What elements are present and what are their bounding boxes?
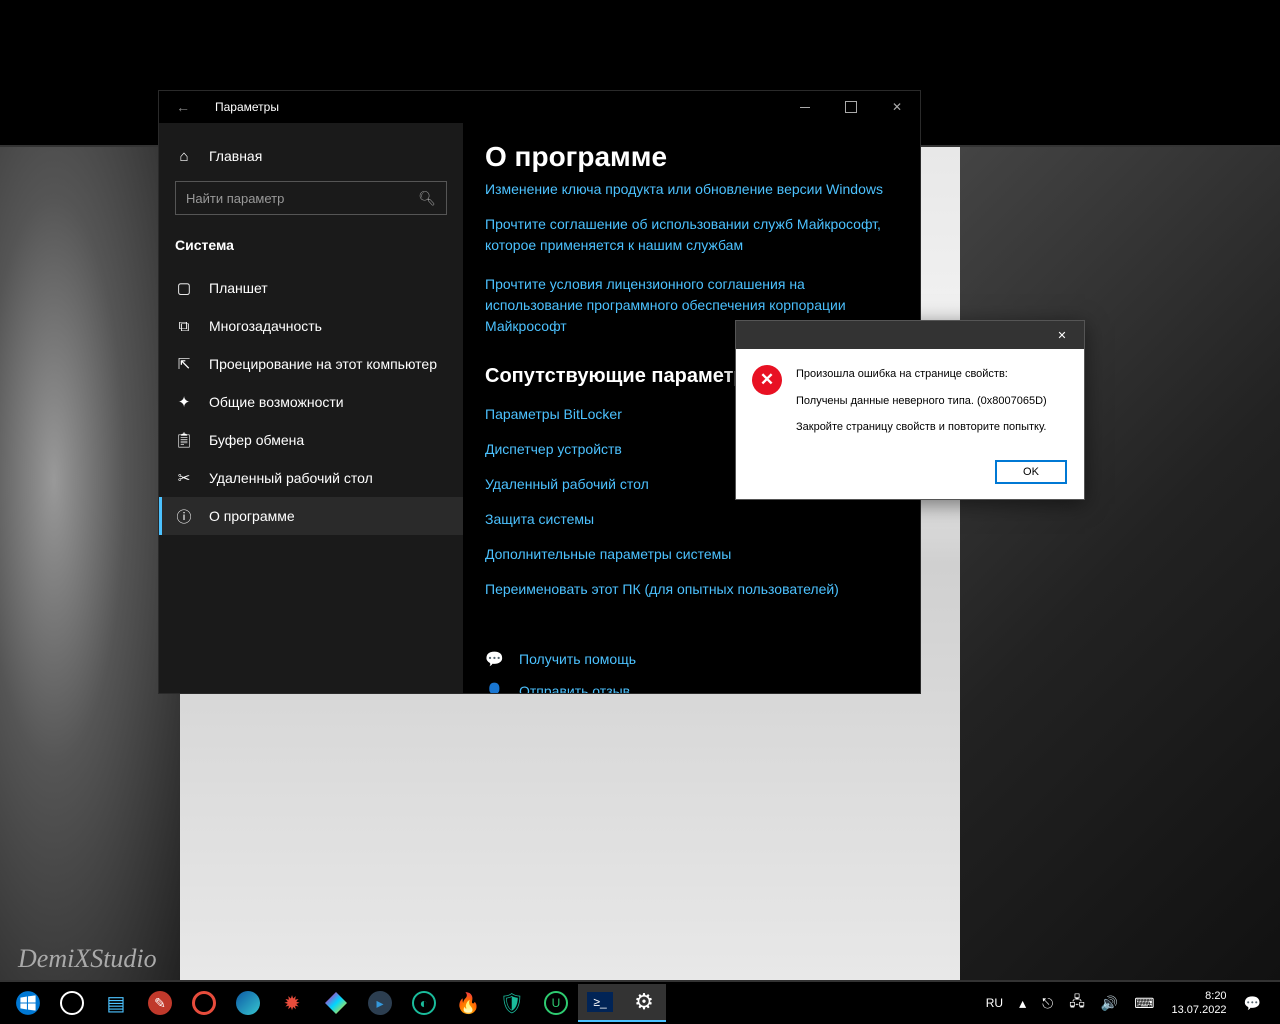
tray-location-icon[interactable]: ⎋: [1037, 995, 1058, 1012]
link-services-agreement[interactable]: Прочтите соглашение об использовании слу…: [485, 214, 898, 256]
dialog-close-button[interactable]: ✕: [1048, 324, 1076, 346]
shared-icon: ✦: [175, 393, 193, 411]
sidebar-item-remote[interactable]: ✂ Удаленный рабочий стол: [159, 459, 463, 497]
multitasking-icon: ⧉: [175, 317, 193, 335]
watermark: DemiXStudio: [18, 944, 157, 974]
start-button[interactable]: [6, 984, 50, 1022]
task-view-button[interactable]: ▤: [94, 984, 138, 1022]
sidebar-item-label: Многозадачность: [209, 318, 322, 334]
back-button[interactable]: ←: [173, 97, 193, 117]
tablet-icon: ▢: [175, 279, 193, 297]
taskbar-app-4[interactable]: [314, 984, 358, 1022]
window-title: Параметры: [215, 100, 782, 114]
search-icon: 🔍︎: [418, 190, 436, 207]
taskbar-app-edge[interactable]: [226, 984, 270, 1022]
feedback-label: Отправить отзыв: [519, 683, 630, 693]
sidebar-item-about[interactable]: ⓘ О программе: [159, 497, 463, 535]
sidebar-home-label: Главная: [209, 148, 262, 164]
window-controls: [782, 91, 920, 123]
taskbar-app-2[interactable]: [182, 984, 226, 1022]
dialog-message: Произошла ошибка на странице свойств: По…: [796, 365, 1047, 445]
feedback-icon: 👤: [485, 682, 503, 693]
page-heading: О программе: [485, 141, 898, 173]
taskbar-app-powershell[interactable]: ≥_: [578, 984, 622, 1022]
tray-keyboard-icon[interactable]: ⌨: [1129, 995, 1159, 1012]
taskbar-app-9[interactable]: U: [534, 984, 578, 1022]
tray-network-icon[interactable]: 🖧: [1064, 991, 1090, 1015]
send-feedback[interactable]: 👤 Отправить отзыв: [485, 682, 898, 693]
link-system-protection[interactable]: Защита системы: [485, 509, 898, 530]
help-icon: 💬: [485, 650, 503, 668]
taskbar: ▤ ✎ ✹ ▸ ◐ 🔥 🛡 U ≥_ ⚙ RU ▴ ⎋ 🖧 🔊 ⌨ 8:20 1…: [0, 982, 1280, 1024]
taskbar-app-settings[interactable]: ⚙: [622, 984, 666, 1022]
titlebar[interactable]: ← Параметры: [159, 91, 920, 123]
tray-clock[interactable]: 8:20 13.07.2022: [1166, 989, 1233, 1018]
sidebar-item-label: Планшет: [209, 280, 268, 296]
close-button[interactable]: [874, 91, 920, 123]
tray-volume-icon[interactable]: 🔊: [1096, 995, 1123, 1012]
taskbar-app-1[interactable]: ✎: [138, 984, 182, 1022]
maximize-button[interactable]: [828, 91, 874, 123]
cortana-button[interactable]: [50, 984, 94, 1022]
dialog-titlebar[interactable]: ✕: [736, 321, 1084, 349]
tray-language[interactable]: RU: [981, 996, 1008, 1010]
sidebar-item-label: О программе: [209, 508, 295, 524]
search-input[interactable]: Найти параметр 🔍︎: [175, 181, 447, 215]
taskbar-app-6[interactable]: ◐: [402, 984, 446, 1022]
sidebar-item-projecting[interactable]: ⇱ Проецирование на этот компьютер: [159, 345, 463, 383]
sidebar-section: Система: [159, 229, 463, 269]
taskbar-app-7[interactable]: 🔥: [446, 984, 490, 1022]
home-icon: ⌂: [175, 147, 193, 165]
sidebar-item-label: Общие возможности: [209, 394, 344, 410]
clipboard-icon: 📋︎: [175, 431, 193, 449]
sidebar: ⌂ Главная Найти параметр 🔍︎ Система ▢ Пл…: [159, 123, 463, 693]
taskbar-app-8[interactable]: 🛡: [490, 984, 534, 1022]
help-label: Получить помощь: [519, 651, 636, 667]
info-icon: ⓘ: [175, 507, 193, 525]
get-help[interactable]: 💬 Получить помощь: [485, 650, 898, 668]
minimize-button[interactable]: [782, 91, 828, 123]
sidebar-item-shared[interactable]: ✦ Общие возможности: [159, 383, 463, 421]
sidebar-item-label: Проецирование на этот компьютер: [209, 356, 437, 372]
projecting-icon: ⇱: [175, 355, 193, 373]
link-rename-pc[interactable]: Переименовать этот ПК (для опытных польз…: [485, 579, 898, 600]
system-tray: RU ▴ ⎋ 🖧 🔊 ⌨ 8:20 13.07.2022 💬: [981, 989, 1274, 1018]
remote-icon: ✂: [175, 469, 193, 487]
sidebar-item-label: Буфер обмена: [209, 432, 304, 448]
taskbar-app-5[interactable]: ▸: [358, 984, 402, 1022]
link-advanced-system[interactable]: Дополнительные параметры системы: [485, 544, 898, 565]
sidebar-home[interactable]: ⌂ Главная: [159, 137, 463, 175]
ok-button[interactable]: OK: [996, 461, 1066, 483]
taskbar-app-3[interactable]: ✹: [270, 984, 314, 1022]
sidebar-item-multitasking[interactable]: ⧉ Многозадачность: [159, 307, 463, 345]
link-product-key[interactable]: Изменение ключа продукта или обновление …: [485, 179, 898, 200]
tray-chevron-icon[interactable]: ▴: [1014, 995, 1031, 1012]
desktop: DemiXStudio ← Параметры ⌂ Главная Найти …: [0, 0, 1280, 1024]
tray-notifications-icon[interactable]: 💬: [1239, 995, 1266, 1012]
search-placeholder: Найти параметр: [186, 191, 284, 206]
sidebar-item-clipboard[interactable]: 📋︎ Буфер обмена: [159, 421, 463, 459]
error-dialog: ✕ ✕ Произошла ошибка на странице свойств…: [735, 320, 1085, 500]
sidebar-item-label: Удаленный рабочий стол: [209, 470, 373, 486]
error-icon: ✕: [752, 365, 782, 395]
sidebar-item-tablet[interactable]: ▢ Планшет: [159, 269, 463, 307]
